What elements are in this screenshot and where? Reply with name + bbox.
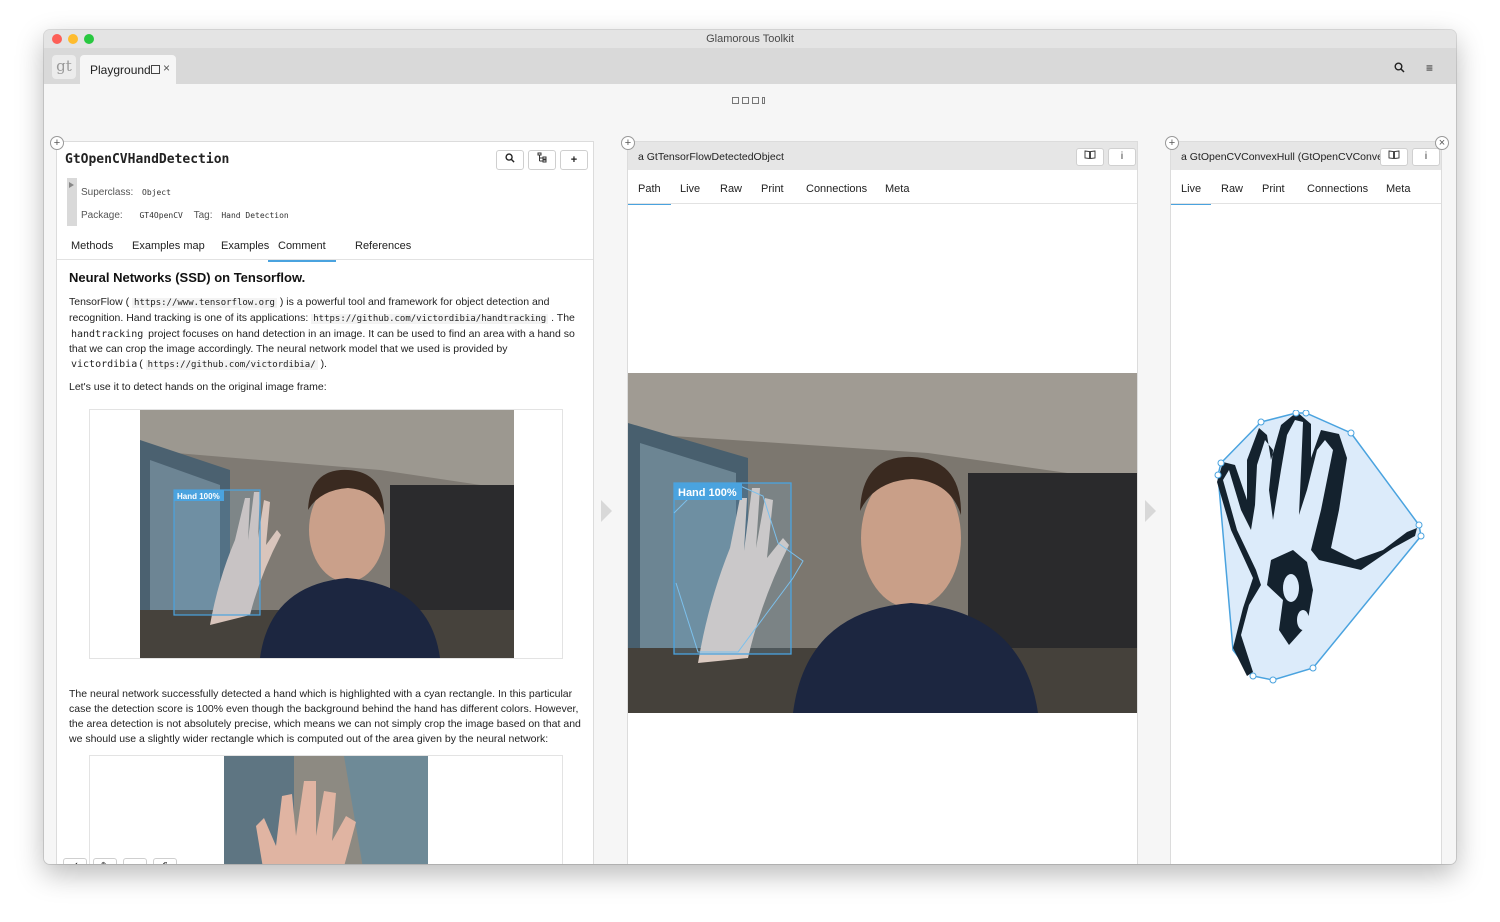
tensorflow-object-pane: a GtTensorFlowDetectedObject i Path Live… (627, 141, 1138, 864)
tab-meta[interactable]: Meta (1386, 183, 1410, 195)
detection-figure: Hand 100% (89, 409, 563, 659)
definition-collapse-toggle[interactable] (67, 178, 77, 226)
info-icon[interactable]: i (1108, 148, 1136, 166)
tab-raw[interactable]: Raw (1221, 183, 1243, 195)
tab-live[interactable]: Live (1171, 183, 1212, 205)
tab-references[interactable]: References (355, 240, 411, 252)
next-arrow-icon[interactable] (601, 500, 612, 522)
pane-title: a GtOpenCVConvexHull (GtOpenCVConvex (1181, 151, 1381, 163)
tab-path[interactable]: Path (628, 183, 671, 205)
webcam-photo: Hand 100% (140, 410, 514, 658)
class-coder-pane: GtOpenCVHandDetection + Superclass: Obje… (56, 141, 594, 864)
tab-raw[interactable]: Raw (720, 183, 742, 195)
package-row: Package: GT4OpenCV Tag: Hand Detection (81, 210, 289, 221)
add-method-button[interactable]: + (560, 150, 588, 170)
cropped-figure (89, 755, 563, 864)
pane-header: a GtTensorFlowDetectedObject i (628, 142, 1137, 170)
title-bar: Glamorous Toolkit (44, 30, 1456, 48)
package-value[interactable]: GT4OpenCV (139, 211, 182, 220)
class-name: GtOpenCVHandDetection (65, 152, 230, 167)
add-left-icon[interactable]: + (50, 136, 64, 150)
tab-playground[interactable]: Playground × (80, 55, 176, 84)
hierarchy-button[interactable] (528, 150, 556, 170)
tab-strip: gt Playground × ≡ (44, 48, 1456, 84)
window-title: Glamorous Toolkit (706, 33, 794, 45)
menu-icon[interactable]: ≡ (1426, 61, 1433, 75)
close-tab-icon[interactable]: × (163, 61, 170, 75)
search-icon[interactable] (1394, 62, 1405, 76)
tag-value[interactable]: Hand Detection (221, 211, 288, 220)
tab-label: Playground (90, 63, 151, 77)
superclass-label: Superclass: (81, 187, 134, 198)
app-window: Glamorous Toolkit gt Playground × ≡ + Gt… (44, 30, 1456, 864)
detection-label: Hand 100% (678, 487, 737, 499)
tab-meta[interactable]: Meta (885, 183, 909, 195)
doc-heading: Neural Networks (SSD) on Tensorflow. (69, 270, 306, 285)
tensorflow-link[interactable]: https://www.tensorflow.org (132, 298, 277, 308)
workspace: + GtOpenCVHandDetection + Superclass: Ob… (44, 84, 1456, 864)
book-icon[interactable] (1380, 148, 1408, 166)
convex-hull-canvas (1214, 410, 1425, 684)
tab-examples[interactable]: Examples (221, 240, 269, 252)
tab-live[interactable]: Live (680, 183, 700, 195)
pager[interactable] (732, 91, 768, 109)
tab-connections[interactable]: Connections (806, 183, 867, 195)
close-pane-icon[interactable]: × (1435, 136, 1449, 150)
info-icon[interactable]: i (1412, 148, 1440, 166)
print-icon[interactable]: ⎙ (153, 858, 177, 864)
cloud-icon[interactable]: ☁ (123, 858, 147, 864)
tab-print[interactable]: Print (1262, 183, 1285, 195)
superclass-row: Superclass: Object (81, 187, 171, 198)
next-arrow-icon[interactable] (1145, 500, 1156, 522)
edit-icon[interactable]: ✎ (93, 858, 117, 864)
add-right-icon[interactable]: + (1165, 136, 1179, 150)
book-icon[interactable] (1076, 148, 1104, 166)
maximize-tab-icon[interactable] (151, 65, 160, 74)
detected-object-photo: Hand 100% (628, 373, 1137, 713)
tab-print[interactable]: Print (761, 183, 784, 195)
author-link[interactable]: https://github.com/victordibia/ (145, 360, 318, 370)
tag-label: Tag: (193, 210, 213, 221)
tab-examples-map[interactable]: Examples map (132, 240, 205, 252)
doc-paragraph-3: The neural network successfully detected… (69, 688, 581, 745)
doc-paragraph-1: TensorFlow ( https://www.tensorflow.org … (69, 296, 575, 370)
handtracking-link[interactable]: https://github.com/victordibia/handtrack… (311, 314, 549, 324)
accept-icon[interactable]: ✓ (63, 858, 87, 864)
pane-title: a GtTensorFlowDetectedObject (638, 151, 784, 163)
pane-header: a GtOpenCVConvexHull (GtOpenCVConvex i (1171, 142, 1441, 170)
cropped-hand-photo (224, 756, 428, 864)
bottom-toolbar: ✓ ✎ ☁ ⎙ (63, 856, 183, 864)
doc-paragraph-2: Let's use it to detect hands on the orig… (69, 381, 327, 393)
convex-hull-pane: a GtOpenCVConvexHull (GtOpenCVConvex i L… (1170, 141, 1442, 864)
add-middle-icon[interactable]: + (621, 136, 635, 150)
tab-methods[interactable]: Methods (71, 240, 113, 252)
superclass-value[interactable]: Object (142, 188, 171, 197)
class-search-button[interactable] (496, 150, 524, 170)
package-label: Package: (81, 210, 123, 221)
detection-label: Hand 100% (177, 492, 220, 501)
tab-connections[interactable]: Connections (1307, 183, 1368, 195)
gt-logo[interactable]: gt (52, 55, 76, 79)
